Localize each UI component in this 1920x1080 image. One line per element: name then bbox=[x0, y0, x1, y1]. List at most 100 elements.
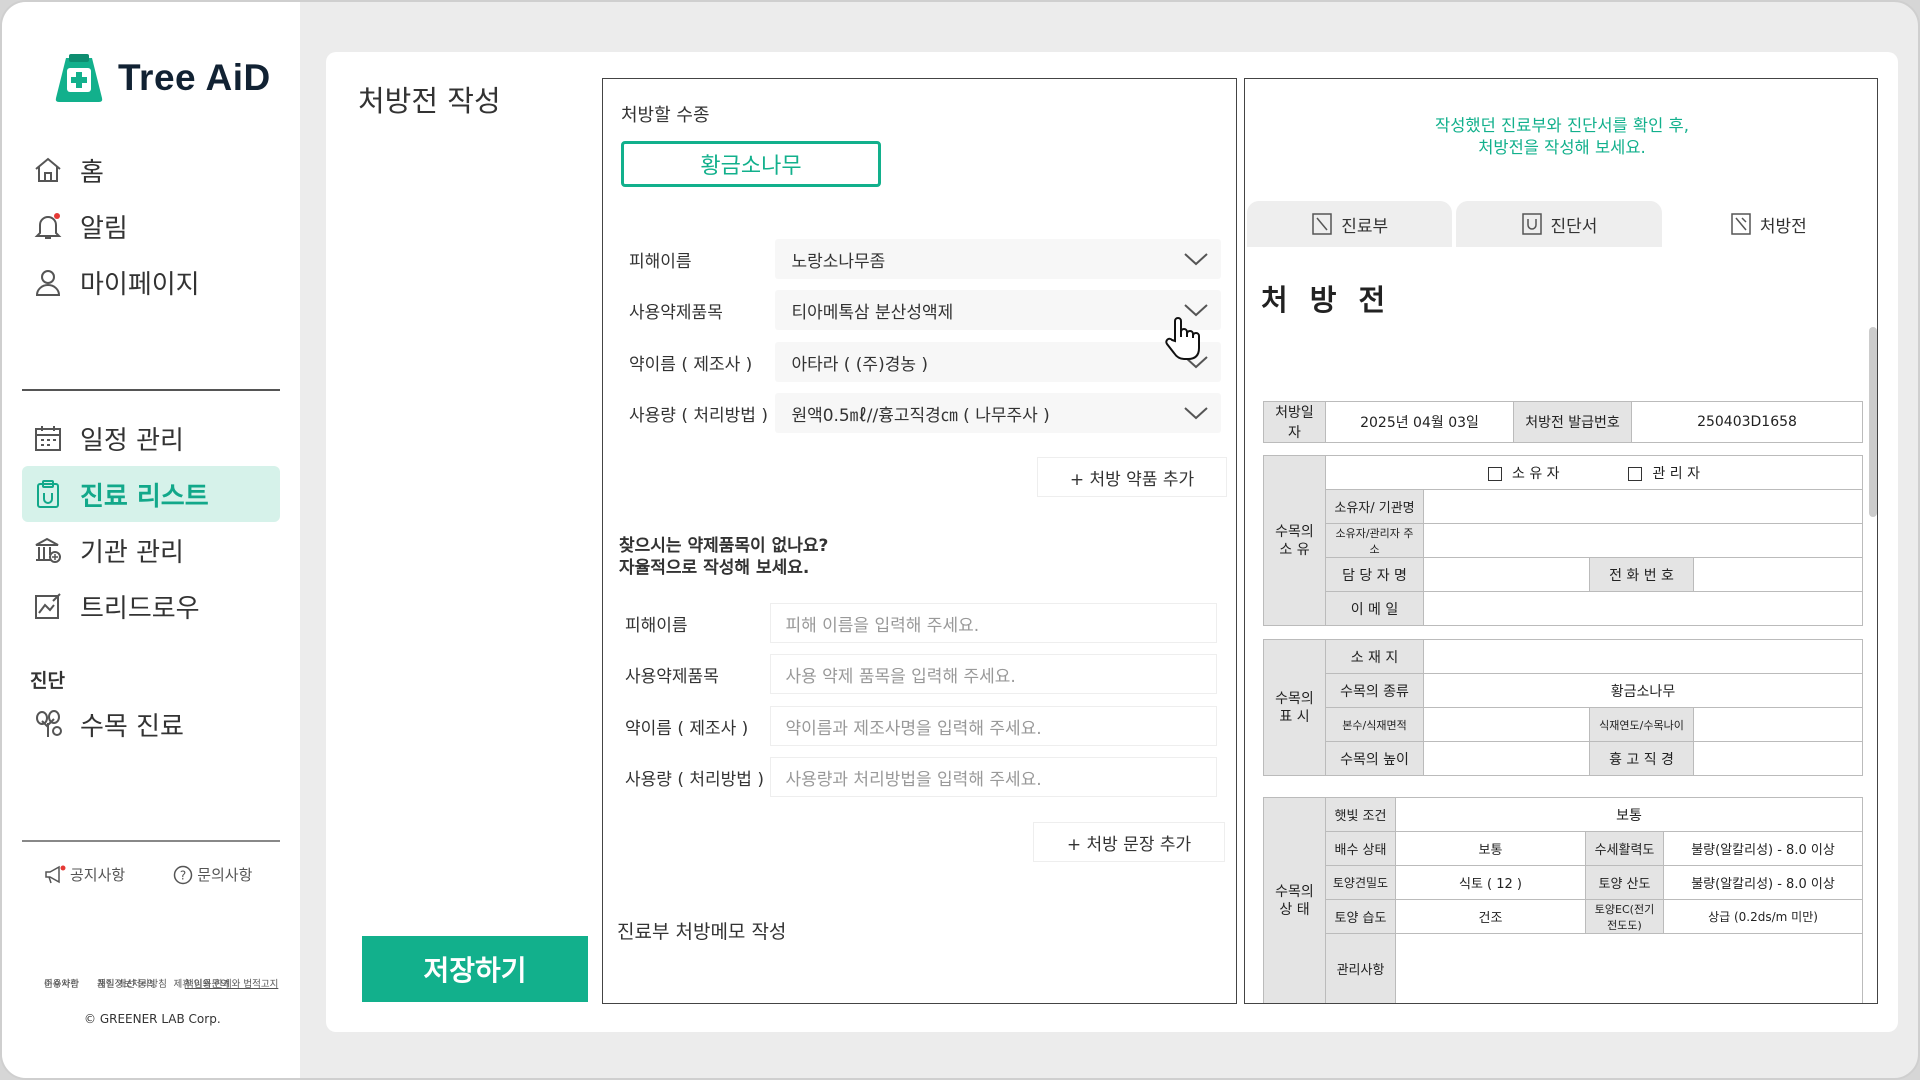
sidebar-divider bbox=[22, 389, 280, 391]
doc-title: 처 방 전 bbox=[1261, 283, 1392, 317]
pesticide-input-label: 사용약제품목 bbox=[625, 666, 719, 687]
main-nav: 일정 관리 진료 리스트 기관 관리 트리드로우 bbox=[22, 410, 280, 634]
doc-tabs: 진료부 진단서 처방전 bbox=[1247, 201, 1875, 247]
nav-mypage-label: 마이페이지 bbox=[80, 269, 200, 300]
date-label: 처방일자 bbox=[1263, 401, 1326, 443]
add-sentence-button[interactable]: + 처방 문장 추가 bbox=[1033, 822, 1225, 862]
page-title: 처방전 작성 bbox=[358, 84, 501, 118]
prescription-doc-icon bbox=[1731, 213, 1751, 235]
nav-notifications-label: 알림 bbox=[80, 213, 128, 244]
megaphone-icon bbox=[45, 865, 66, 883]
save-button[interactable]: 저장하기 bbox=[362, 936, 588, 1002]
sidebar: Tree AiD 홈 알림 마이페이지 일정 관리 진료 리스트 기관 관리 트… bbox=[2, 2, 300, 1078]
dosage-input-label: 사용량 ( 처리방법 ) bbox=[625, 769, 764, 790]
notice-link[interactable]: 공지사항 bbox=[44, 864, 125, 885]
quality-link[interactable]: 품질 개선 동의 bbox=[97, 977, 155, 992]
doc-header-table: 처방일자 2025년 04월 03일 처방전 발급번호 250403D1658 bbox=[1263, 401, 1863, 443]
nav-institution[interactable]: 기관 관리 bbox=[22, 522, 280, 578]
location-value bbox=[1423, 639, 1863, 674]
clipboard-icon bbox=[32, 478, 64, 510]
dbh-label: 흉 고 직 경 bbox=[1589, 741, 1694, 776]
org-value bbox=[1423, 489, 1863, 524]
compliance-link[interactable]: 준수사항 bbox=[44, 977, 79, 992]
moisture-value: 건조 bbox=[1395, 899, 1586, 934]
chevron-down-icon bbox=[1184, 407, 1208, 420]
home-icon bbox=[32, 154, 64, 186]
email-value bbox=[1423, 591, 1863, 626]
damage-input[interactable]: 피해 이름을 입력해 주세요. bbox=[770, 603, 1217, 643]
drug-input-row: 약이름 ( 제조사 ) 약이름과 제조사명을 입력해 주세요. bbox=[617, 706, 1217, 746]
damage-input-row: 피해이름 피해 이름을 입력해 주세요. bbox=[617, 603, 1217, 643]
inquiry-link[interactable]: ? 문의사항 bbox=[173, 864, 252, 885]
damage-input-label: 피해이름 bbox=[625, 615, 688, 636]
owner-table: 수목의 소 유 소 유 자 관 리 자 소유자/ 기관명 소유자/관리자 주소 bbox=[1263, 455, 1863, 626]
hint-line-1: 찾으시는 약제품목이 없나요? bbox=[619, 536, 829, 556]
nav-treedraw[interactable]: 트리드로우 bbox=[22, 578, 280, 634]
nav-tree-treatment[interactable]: 수목 진료 bbox=[22, 696, 280, 752]
nav-treatment-list-label: 진료 리스트 bbox=[80, 481, 209, 512]
drug-select[interactable]: 아타라 ( (주)경농 ) bbox=[775, 342, 1221, 382]
species-button[interactable]: 황금소나무 bbox=[621, 141, 881, 187]
hint-line-2: 자율적으로 작성해 보세요. bbox=[619, 558, 810, 578]
drawing-icon bbox=[32, 590, 64, 622]
manage-value bbox=[1395, 933, 1863, 1003]
sun-label: 햇빛 조건 bbox=[1325, 797, 1396, 832]
drug-input[interactable]: 약이름과 제조사명을 입력해 주세요. bbox=[770, 706, 1217, 746]
partnership-link[interactable]: 제휴·이용문의 bbox=[173, 977, 228, 992]
tab-treatment-record-label: 진료부 bbox=[1341, 216, 1389, 237]
svg-text:?: ? bbox=[180, 868, 186, 882]
nav-schedule[interactable]: 일정 관리 bbox=[22, 410, 280, 466]
app-name: Tree AiD bbox=[118, 57, 271, 98]
calendar-icon bbox=[32, 422, 64, 454]
tree-section-label: 수목의 표 시 bbox=[1263, 639, 1326, 776]
manager-checkbox[interactable]: 관 리 자 bbox=[1628, 466, 1700, 482]
tree-table: 수목의 표 시 소 재 지 수목의 종류 황금소나무 본수/식재면적 식재연도/… bbox=[1263, 639, 1863, 776]
damage-label: 피해이름 bbox=[629, 251, 692, 272]
dosage-select-row: 사용량 ( 처리방법 ) 원액0.5㎖//흉고직경㎝ ( 나무주사 ) bbox=[621, 393, 1221, 433]
owner-checkbox[interactable]: 소 유 자 bbox=[1488, 466, 1560, 482]
main-content: 처방전 작성 저장하기 처방할 수종 황금소나무 피해이름 노랑소나무좀 사용약… bbox=[326, 52, 1898, 1032]
dosage-input[interactable]: 사용량과 처리방법을 입력해 주세요. bbox=[770, 757, 1217, 797]
tree-icon bbox=[32, 708, 64, 740]
pesticide-input[interactable]: 사용 약제 품목을 입력해 주세요. bbox=[770, 654, 1217, 694]
nav-home[interactable]: 홈 bbox=[22, 142, 280, 198]
pesticide-select[interactable]: 티아메톡삼 분산성액제 bbox=[775, 290, 1221, 330]
year-value bbox=[1693, 707, 1863, 742]
bell-icon bbox=[32, 210, 64, 242]
nav-mypage[interactable]: 마이페이지 bbox=[22, 254, 280, 310]
count-value bbox=[1423, 707, 1590, 742]
hand-cursor-icon bbox=[1165, 317, 1200, 360]
logo-icon bbox=[55, 54, 103, 102]
drug-label: 약이름 ( 제조사 ) bbox=[629, 354, 753, 375]
damage-select[interactable]: 노랑소나무좀 bbox=[775, 239, 1221, 279]
doc-guide-text: 작성했던 진료부와 진단서를 확인 후, 처방전을 작성해 보세요. bbox=[1245, 115, 1877, 159]
notice-label: 공지사항 bbox=[70, 866, 126, 884]
email-label: 이 메 일 bbox=[1325, 591, 1424, 626]
app-frame: Tree AiD 홈 알림 마이페이지 일정 관리 진료 리스트 기관 관리 트… bbox=[0, 0, 1920, 1080]
vigor-label: 수세활력도 bbox=[1585, 831, 1664, 866]
add-drug-button[interactable]: + 처방 약품 추가 bbox=[1037, 457, 1227, 497]
ec-label: 토양EC(전기전도도) bbox=[1585, 899, 1664, 934]
tab-diagnosis[interactable]: 진단서 bbox=[1456, 201, 1662, 247]
tab-prescription[interactable]: 처방전 bbox=[1665, 201, 1871, 247]
nav-home-label: 홈 bbox=[80, 157, 104, 188]
nav-schedule-label: 일정 관리 bbox=[80, 425, 184, 456]
species-kind-label: 수목의 종류 bbox=[1325, 673, 1424, 708]
address-label: 소유자/관리자 주소 bbox=[1325, 523, 1424, 558]
drug-value: 아타라 ( (주)경농 ) bbox=[791, 354, 929, 375]
drain-value: 보통 bbox=[1395, 831, 1586, 866]
doc-scrollbar[interactable] bbox=[1869, 327, 1877, 517]
sidebar-bottom-divider bbox=[22, 840, 280, 842]
nav-treatment-list[interactable]: 진료 리스트 bbox=[22, 466, 280, 522]
tab-treatment-record[interactable]: 진료부 bbox=[1247, 201, 1453, 247]
dosage-select[interactable]: 원액0.5㎖//흉고직경㎝ ( 나무주사 ) bbox=[775, 393, 1221, 433]
diagnosis-section-label: 진단 bbox=[30, 670, 65, 692]
nav-notifications[interactable]: 알림 bbox=[22, 198, 280, 254]
person-value bbox=[1423, 557, 1590, 592]
issue-no-label: 처방전 발급번호 bbox=[1513, 401, 1632, 443]
pesticide-input-row: 사용약제품목 사용 약제 품목을 입력해 주세요. bbox=[617, 654, 1217, 694]
app-logo[interactable]: Tree AiD bbox=[52, 52, 271, 104]
inquiry-label: 문의사항 bbox=[197, 866, 253, 884]
user-icon bbox=[32, 266, 64, 298]
height-value bbox=[1423, 741, 1590, 776]
